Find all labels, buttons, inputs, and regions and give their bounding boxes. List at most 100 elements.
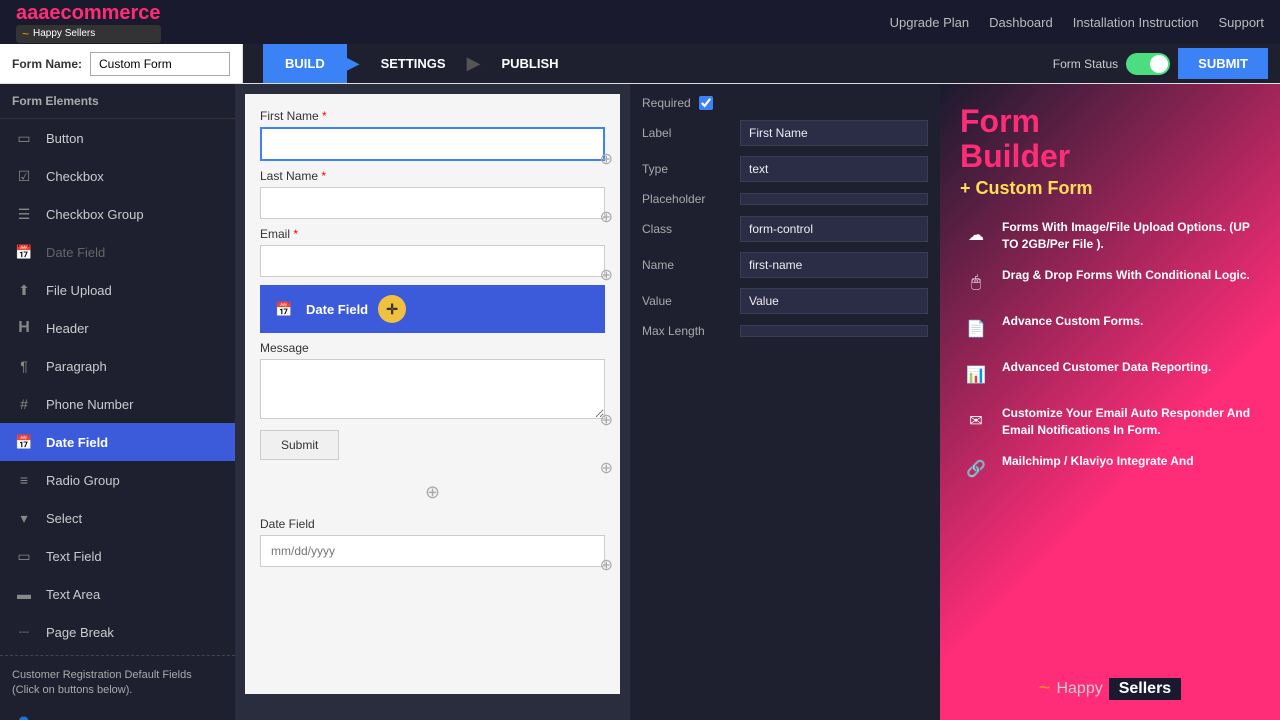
prop-row-placeholder: Placeholder xyxy=(642,192,928,206)
message-textarea[interactable] xyxy=(260,359,605,419)
message-label-text: Message xyxy=(260,341,309,355)
tab-publish[interactable]: PUBLISH xyxy=(479,44,580,83)
checkbox-group-label: Checkbox Group xyxy=(46,207,144,222)
sidebar-item-page-break[interactable]: --- Page Break xyxy=(0,613,235,651)
sidebar-item-select[interactable]: ▾ Select xyxy=(0,499,235,537)
promo-feature-6: 🔗 Mailchimp / Klaviyo Integrate And xyxy=(960,453,1194,485)
field-row-submit: Submit ⊕ xyxy=(260,430,605,470)
nav-installation[interactable]: Installation Instruction xyxy=(1073,15,1199,30)
page-break-icon: --- xyxy=(12,622,36,642)
name-prop-value[interactable]: first-name xyxy=(740,252,928,278)
promo-title-main: Builder xyxy=(960,138,1070,174)
submit-button[interactable]: SUBMIT xyxy=(1178,48,1268,79)
required-checkbox[interactable] xyxy=(699,96,713,110)
toggle-knob xyxy=(1150,55,1168,73)
firstname-required: * xyxy=(322,109,327,123)
date-label: Date Field xyxy=(260,517,605,531)
promo-icon-integrate: 🔗 xyxy=(960,453,992,485)
lastname-required: * xyxy=(321,169,326,183)
sidebar-item-file-upload[interactable]: ⬆ File Upload xyxy=(0,271,235,309)
class-prop-value[interactable]: form-control xyxy=(740,216,928,242)
promo-title: Form Builder xyxy=(960,104,1070,174)
type-prop-label: Type xyxy=(642,162,732,176)
nav-dashboard[interactable]: Dashboard xyxy=(989,15,1053,30)
properties-panel: Required Label First Name Type text Plac… xyxy=(630,84,940,720)
form-name-input[interactable] xyxy=(90,52,230,76)
submit-plus-icon[interactable]: ⊕ xyxy=(600,458,613,478)
left-sidebar: Form Elements ▭ Button ☑ Checkbox ☰ Chec… xyxy=(0,84,235,720)
field-row-firstname: First Name * ⊕ xyxy=(260,109,605,161)
sidebar-item-checkbox-group[interactable]: ☰ Checkbox Group xyxy=(0,195,235,233)
promo-text-forms: Advance Custom Forms. xyxy=(1002,313,1143,330)
lastname-label: Last Name * xyxy=(260,169,605,183)
add-address-line1-btn[interactable]: 👤 Add Address Line 1 xyxy=(0,707,235,720)
email-label-text: Email xyxy=(260,227,290,241)
customer-section-text: Customer Registration Default Fields(Cli… xyxy=(12,669,192,696)
promo-logo-prefix: aaa xyxy=(1009,645,1056,676)
maxlength-prop-value[interactable] xyxy=(740,325,928,337)
message-plus-icon[interactable]: ⊕ xyxy=(600,410,613,430)
promo-title-prefix: Form xyxy=(960,103,1040,139)
move-cursor-icon: ✛ xyxy=(378,295,406,323)
firstname-input[interactable] xyxy=(260,127,605,161)
email-input[interactable] xyxy=(260,245,605,277)
sidebar-divider xyxy=(0,655,235,656)
field-row-date: Date Field ⊕ xyxy=(260,517,605,567)
date-field-drag-label: Date Field xyxy=(46,435,108,450)
type-prop-value: text xyxy=(740,156,928,182)
checkbox-group-icon: ☰ xyxy=(12,204,36,224)
button-label: Button xyxy=(46,131,84,146)
firstname-label-text: First Name xyxy=(260,109,319,123)
promo-text-reporting: Advanced Customer Data Reporting. xyxy=(1002,359,1211,376)
nav-support[interactable]: Support xyxy=(1218,15,1264,30)
text-field-icon: ▭ xyxy=(12,546,36,566)
label-prop-value[interactable]: First Name xyxy=(740,120,928,146)
sidebar-item-radio-group[interactable]: ≡ Radio Group xyxy=(0,461,235,499)
promo-amazon-line: ~ Happy Sellers xyxy=(960,677,1260,700)
promo-bottom-logo: aaaecommerce ~ Happy Sellers xyxy=(960,645,1260,700)
sidebar-item-button[interactable]: ▭ Button xyxy=(0,119,235,157)
prop-row-class: Class form-control xyxy=(642,216,928,242)
tab-settings[interactable]: SETTINGS xyxy=(359,44,468,83)
value-prop-value[interactable]: Value xyxy=(740,288,928,314)
date-field-icon: 📅 xyxy=(12,242,36,262)
bottom-plus-icon[interactable]: ⊕ xyxy=(260,478,605,507)
checkbox-label: Checkbox xyxy=(46,169,104,184)
form-name-section: Form Name: xyxy=(0,44,243,83)
placeholder-prop-value[interactable] xyxy=(740,193,928,205)
form-status-toggle[interactable] xyxy=(1126,53,1170,75)
class-prop-label: Class xyxy=(642,222,732,236)
sidebar-item-date-field-drag[interactable]: 📅 Date Field xyxy=(0,423,235,461)
promo-feature-1: ☁ Forms With Image/File Upload Options. … xyxy=(960,219,1260,253)
lastname-plus-icon[interactable]: ⊕ xyxy=(600,207,613,227)
tab-build[interactable]: BUILD xyxy=(263,44,347,83)
customer-section: Customer Registration Default Fields(Cli… xyxy=(0,660,235,707)
sidebar-item-date-field[interactable]: 📅 Date Field xyxy=(0,233,235,271)
sidebar-item-phone-number[interactable]: # Phone Number xyxy=(0,385,235,423)
promo-sellers: Sellers xyxy=(1109,678,1181,700)
prop-row-name: Name first-name xyxy=(642,252,928,278)
value-prop-label: Value xyxy=(642,294,732,308)
promo-icon-email: ✉ xyxy=(960,405,992,437)
promo-happy: Happy xyxy=(1056,680,1102,698)
sidebar-item-paragraph[interactable]: ¶ Paragraph xyxy=(0,347,235,385)
sidebar-item-checkbox[interactable]: ☑ Checkbox xyxy=(0,157,235,195)
firstname-plus-icon[interactable]: ⊕ xyxy=(600,149,613,169)
email-label: Email * xyxy=(260,227,605,241)
promo-text-integrate: Mailchimp / Klaviyo Integrate And xyxy=(1002,453,1194,470)
date-plus-icon[interactable]: ⊕ xyxy=(600,555,613,575)
sidebar-item-text-area[interactable]: ▬ Text Area xyxy=(0,575,235,613)
submit-field-btn[interactable]: Submit xyxy=(260,430,339,460)
promo-feature-2: 🖱 Drag & Drop Forms With Conditional Log… xyxy=(960,267,1250,299)
date-input[interactable] xyxy=(260,535,605,567)
sidebar-item-header[interactable]: H Header xyxy=(0,309,235,347)
lastname-input[interactable] xyxy=(260,187,605,219)
address1-icon: 👤 xyxy=(12,715,36,720)
nav-upgrade[interactable]: Upgrade Plan xyxy=(890,15,970,30)
sidebar-item-text-field[interactable]: ▭ Text Field xyxy=(0,537,235,575)
promo-subtitle: + Custom Form xyxy=(960,178,1093,199)
form-canvas: First Name * ⊕ Last Name * ⊕ Email xyxy=(245,94,620,694)
email-plus-icon[interactable]: ⊕ xyxy=(600,265,613,285)
select-icon: ▾ xyxy=(12,508,36,528)
header-icon: H xyxy=(12,318,36,338)
